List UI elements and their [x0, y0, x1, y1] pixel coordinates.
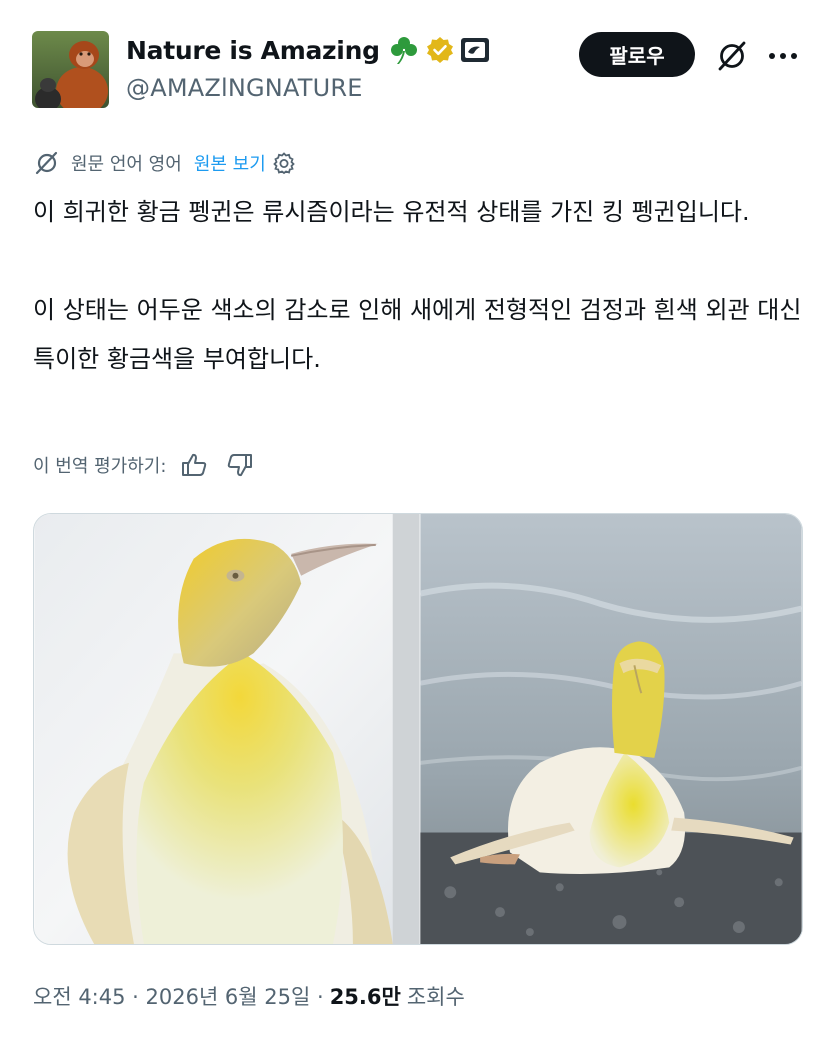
follow-button[interactable]: 팔로우: [579, 32, 695, 77]
avatar[interactable]: [32, 31, 109, 108]
tweet-timestamp[interactable]: 오전 4:45 · 2026년 6월 25일 ·: [33, 981, 324, 1011]
gear-icon[interactable]: [272, 151, 296, 175]
grok-icon: [35, 151, 58, 175]
views-count: 25.6만: [329, 985, 401, 1009]
author-name-row: Nature is Amazing: [126, 30, 490, 70]
thumbs-down-icon[interactable]: [224, 451, 254, 479]
tweet-text: 이 희귀한 황금 펭귄은 류시즘이라는 유전적 상태를 가진 킹 펭귄입니다. …: [33, 188, 803, 384]
rate-translation-row: 이 번역 평가하기:: [33, 448, 254, 482]
grok-icon[interactable]: [714, 38, 750, 74]
views-label: 조회수: [406, 985, 465, 1009]
author-display-name[interactable]: Nature is Amazing: [126, 36, 380, 65]
author-badges: [388, 35, 490, 65]
tweet-paragraph: 이 상태는 어두운 색소의 감소로 인해 새에게 전형적인 검정과 흰색 외관 …: [33, 296, 802, 373]
golden-penguin-closeup-photo[interactable]: [34, 514, 420, 944]
show-original-link[interactable]: 원본 보기: [194, 150, 266, 176]
author-handle[interactable]: @AMAZlNGNATURE: [126, 74, 363, 102]
orangutan-avatar: [32, 31, 109, 108]
translation-info-row: 원문 언어 영어 원본 보기: [33, 148, 296, 178]
golden-penguin-on-shore-photo[interactable]: [420, 514, 802, 944]
more-options-icon[interactable]: [763, 38, 803, 74]
affiliate-badge-icon[interactable]: [460, 36, 490, 64]
rate-translation-label: 이 번역 평가하기:: [33, 456, 167, 477]
thumbs-up-icon[interactable]: [180, 451, 210, 479]
verified-badge-icon[interactable]: [426, 36, 454, 64]
tweet-media[interactable]: [33, 513, 803, 945]
tweet-meta: 오전 4:45 · 2026년 6월 25일 · 25.6만 조회수: [33, 978, 465, 1014]
tweet-paragraph: 이 희귀한 황금 펭귄은 류시즘이라는 유전적 상태를 가진 킹 펭귄입니다.: [33, 198, 750, 226]
translation-source-label: 원문 언어 영어: [71, 154, 182, 175]
shamrock-icon: [390, 37, 417, 64]
